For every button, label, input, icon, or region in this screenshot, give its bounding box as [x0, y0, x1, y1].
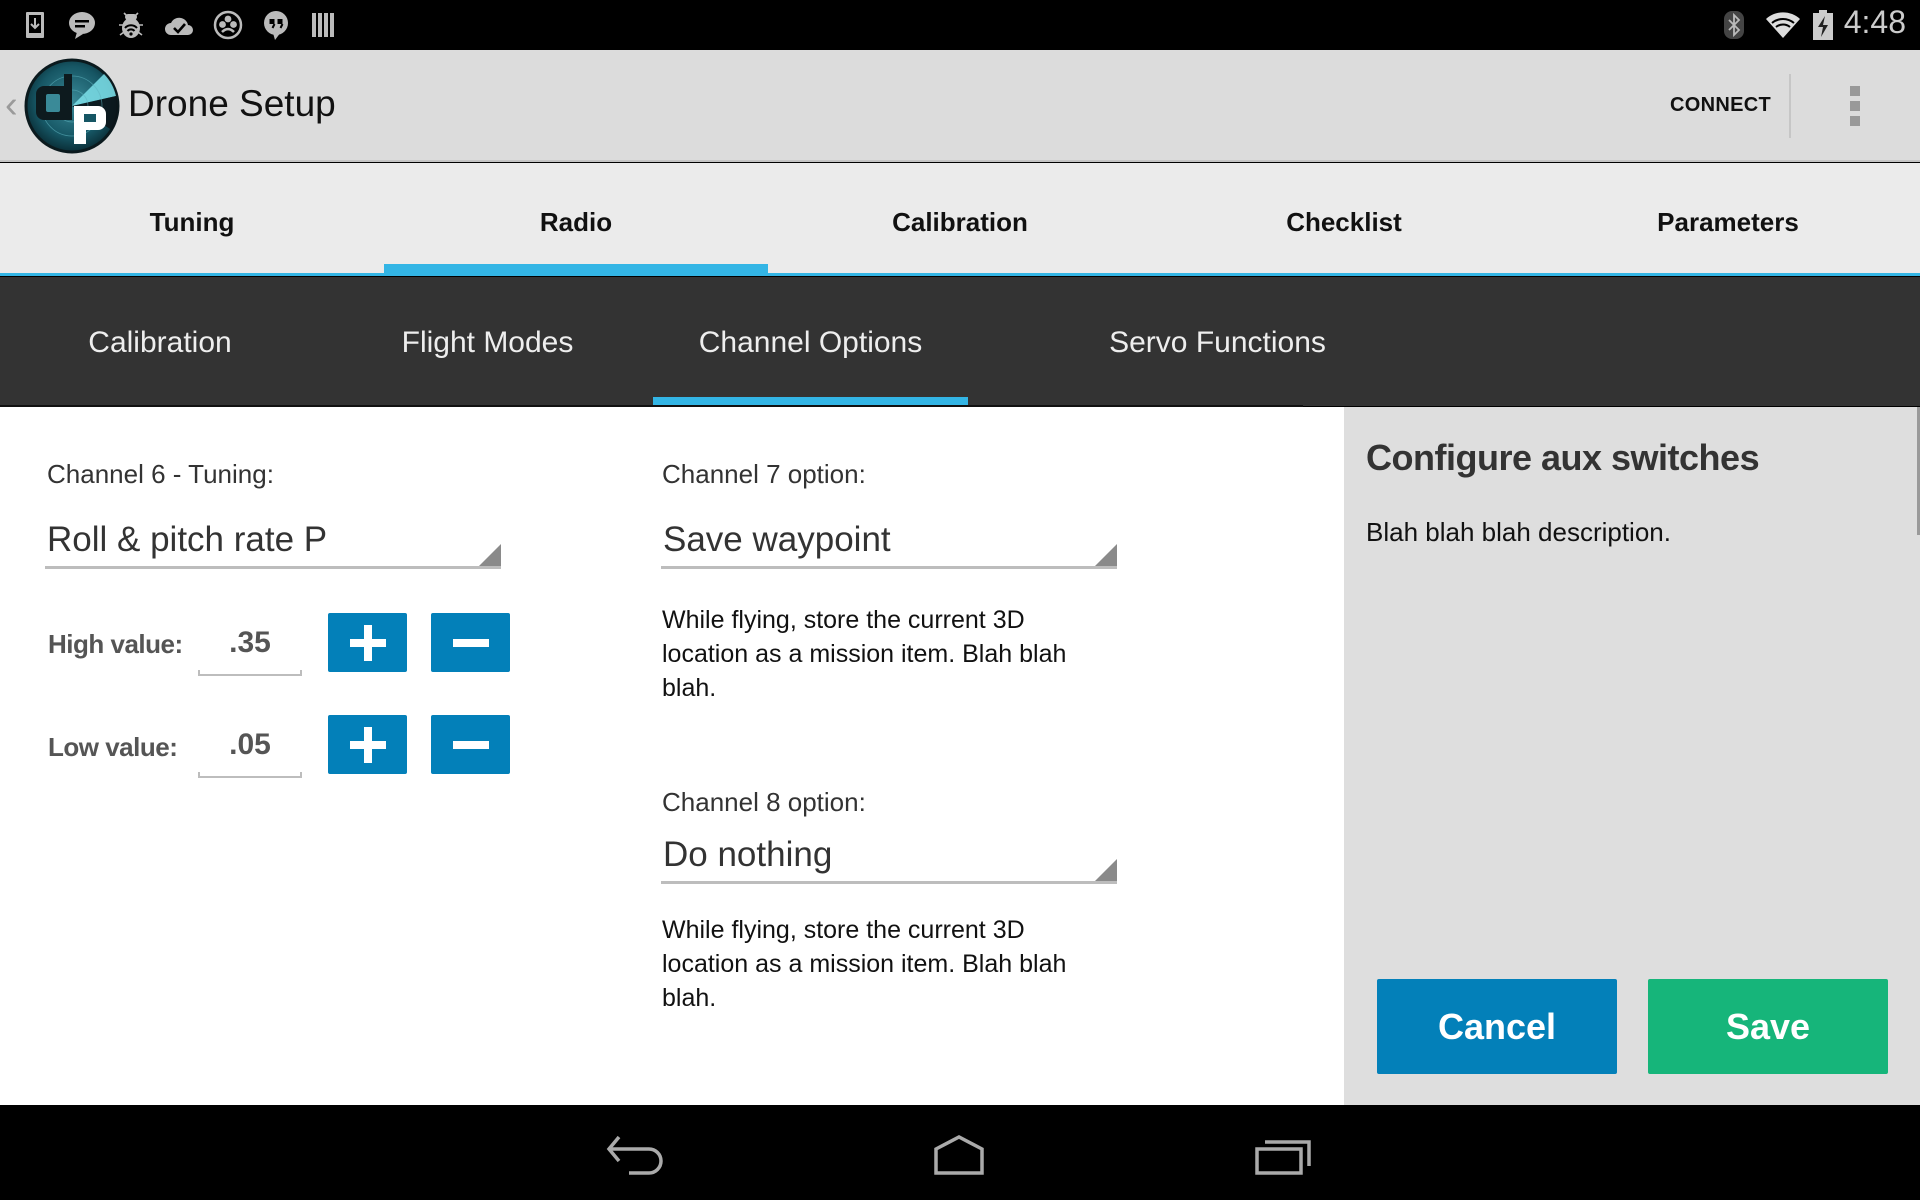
debug-bug-icon: [116, 10, 146, 40]
tab-calibration[interactable]: Calibration: [768, 163, 1152, 273]
minus-icon: [453, 639, 489, 647]
subtab-calibration[interactable]: Calibration: [0, 277, 320, 406]
chat-icon: [67, 10, 97, 40]
cloud-check-icon: [164, 10, 194, 40]
bluetooth-icon: [1722, 10, 1746, 40]
tab-parameters[interactable]: Parameters: [1536, 163, 1920, 273]
navigation-bar: [0, 1105, 1920, 1200]
tab-tuning[interactable]: Tuning: [0, 163, 384, 273]
barcode-icon: [308, 10, 338, 40]
overflow-menu-icon[interactable]: [1850, 86, 1860, 128]
high-value-increment-button[interactable]: [328, 613, 407, 672]
sub-tab-bar: Calibration Flight Modes Channel Options…: [0, 277, 1920, 406]
app-logo[interactable]: [24, 58, 120, 154]
hangouts-quote-icon: [261, 10, 291, 40]
panel-title: Configure aux switches: [1366, 437, 1760, 478]
action-divider: [1789, 74, 1791, 138]
channel7-selected: Save waypoint: [663, 520, 891, 559]
wifi-icon: [1765, 10, 1801, 40]
channel6-selected: Roll & pitch rate P: [47, 520, 328, 559]
channel8-description: While flying, store the current 3D locat…: [662, 916, 1067, 1012]
dropdown-triangle-icon: [479, 544, 501, 566]
subtab-servo-functions[interactable]: Servo Functions: [1060, 277, 1375, 406]
help-panel: Configure aux switches Blah blah blah de…: [1344, 407, 1920, 1105]
channel6-spinner[interactable]: Roll & pitch rate P: [45, 517, 501, 569]
high-value-text: .35: [229, 626, 271, 659]
subtab-channel-options[interactable]: Channel Options: [653, 277, 968, 406]
main-tab-bar: Tuning Radio Calibration Checklist Param…: [0, 163, 1920, 276]
channel8-spinner[interactable]: Do nothing: [661, 832, 1117, 884]
low-value-input[interactable]: .05: [198, 718, 302, 778]
action-bar: ‹ Drone Setup CONNECT: [0, 50, 1920, 162]
high-value-input[interactable]: .35: [198, 616, 302, 676]
back-icon[interactable]: [599, 1133, 669, 1177]
high-value-decrement-button[interactable]: [431, 613, 510, 672]
channel-options-content: Channel 6 - Tuning: Roll & pitch rate P …: [0, 407, 1344, 1105]
channel7-label: Channel 7 option:: [662, 459, 866, 489]
battery-charging-icon: [1812, 10, 1834, 40]
channel8-selected: Do nothing: [663, 835, 833, 874]
channel8-label: Channel 8 option:: [662, 787, 866, 817]
recents-icon[interactable]: [1249, 1133, 1319, 1177]
low-value-text: .05: [229, 728, 271, 761]
app-title: Drone Setup: [128, 83, 336, 124]
low-value-label: Low value:: [48, 732, 178, 762]
channel7-spinner[interactable]: Save waypoint: [661, 517, 1117, 569]
save-button[interactable]: Save: [1648, 979, 1888, 1074]
minus-icon: [453, 741, 489, 749]
status-bar: 4:48: [0, 0, 1920, 50]
circles-app-icon: [213, 10, 243, 40]
up-chevron-icon[interactable]: ‹: [5, 86, 18, 124]
high-value-label: High value:: [48, 629, 183, 659]
download-icon: [20, 10, 50, 40]
low-value-decrement-button[interactable]: [431, 715, 510, 774]
dropdown-triangle-icon: [1095, 544, 1117, 566]
low-value-increment-button[interactable]: [328, 715, 407, 774]
channel6-label: Channel 6 - Tuning:: [47, 459, 274, 489]
panel-description: Blah blah blah description.: [1366, 517, 1671, 547]
dropdown-triangle-icon: [1095, 859, 1117, 881]
tab-checklist[interactable]: Checklist: [1152, 163, 1536, 273]
connect-button[interactable]: CONNECT: [1670, 92, 1771, 118]
cancel-button[interactable]: Cancel: [1377, 979, 1617, 1074]
channel7-description: While flying, store the current 3D locat…: [662, 606, 1067, 702]
clock: 4:48: [1843, 4, 1906, 40]
subtab-flight-modes[interactable]: Flight Modes: [330, 277, 645, 406]
home-icon[interactable]: [924, 1133, 994, 1177]
tab-radio[interactable]: Radio: [384, 163, 768, 276]
